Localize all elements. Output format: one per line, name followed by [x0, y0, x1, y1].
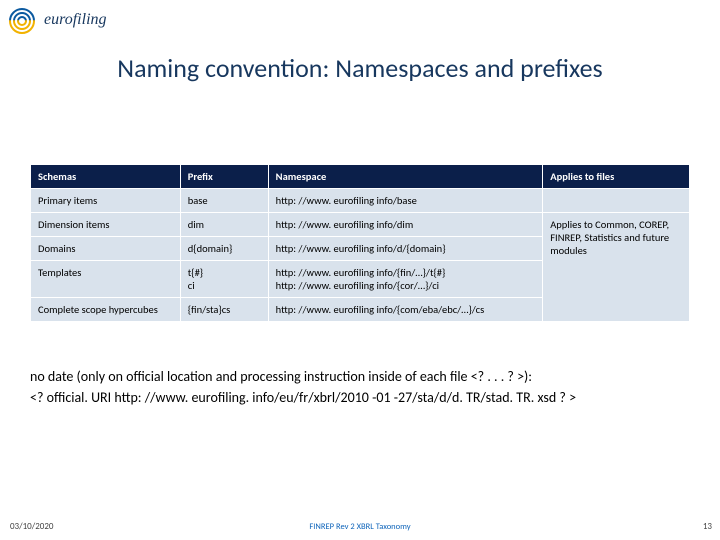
- table-row: Dimension items dim http: //www. eurofil…: [31, 213, 690, 237]
- cell-ns: http: //www. eurofiling info/{fin/…}/t{#…: [268, 261, 543, 298]
- cell-prefix: t{#} ci: [180, 261, 268, 298]
- slide-title: Naming convention: Namespaces and prefix…: [0, 52, 720, 84]
- cell-schema: Primary items: [31, 189, 181, 213]
- th-namespace: Namespace: [268, 165, 543, 189]
- cell-ns: http: //www. eurofiling info/d/{domain}: [268, 237, 543, 261]
- footer-middle: FINREP Rev 2 XBRL Taxonomy: [0, 522, 720, 532]
- note-line1: no date (only on official location and p…: [30, 368, 690, 387]
- cell-schema: Domains: [31, 237, 181, 261]
- table-row: Primary items base http: //www. eurofili…: [31, 189, 690, 213]
- cell-ns: http: //www. eurofiling info/{com/eba/eb…: [268, 298, 543, 322]
- cell-prefix: d{domain}: [180, 237, 268, 261]
- table-header-row: Schemas Prefix Namespace Applies to file…: [31, 165, 690, 189]
- cell-prefix: dim: [180, 213, 268, 237]
- th-schemas: Schemas: [31, 165, 181, 189]
- cell-applies-empty: [543, 189, 690, 213]
- cell-prefix: base: [180, 189, 268, 213]
- cell-prefix: {fin/sta}cs: [180, 298, 268, 322]
- slide: eurofiling Naming convention: Namespaces…: [0, 0, 720, 540]
- cell-ns: http: //www. eurofiling info/dim: [268, 213, 543, 237]
- cell-schema: Templates: [31, 261, 181, 298]
- cell-schema: Dimension items: [31, 213, 181, 237]
- th-applies: Applies to files: [543, 165, 690, 189]
- namespace-table: Schemas Prefix Namespace Applies to file…: [30, 164, 690, 322]
- note-line2: <? official. URI http: //www. eurofiling…: [30, 389, 690, 408]
- cell-schema: Complete scope hypercubes: [31, 298, 181, 322]
- logo-text: eurofiling: [44, 11, 107, 29]
- cell-ns: http: //www. eurofiling info/base: [268, 189, 543, 213]
- note-block: no date (only on official location and p…: [30, 368, 690, 408]
- th-prefix: Prefix: [180, 165, 268, 189]
- logo: eurofiling: [6, 6, 107, 36]
- logo-mark-icon: [6, 6, 40, 36]
- footer-page-number: 13: [703, 521, 712, 532]
- cell-applies-merged: Applies to Common, COREP, FINREP, Statis…: [543, 213, 690, 322]
